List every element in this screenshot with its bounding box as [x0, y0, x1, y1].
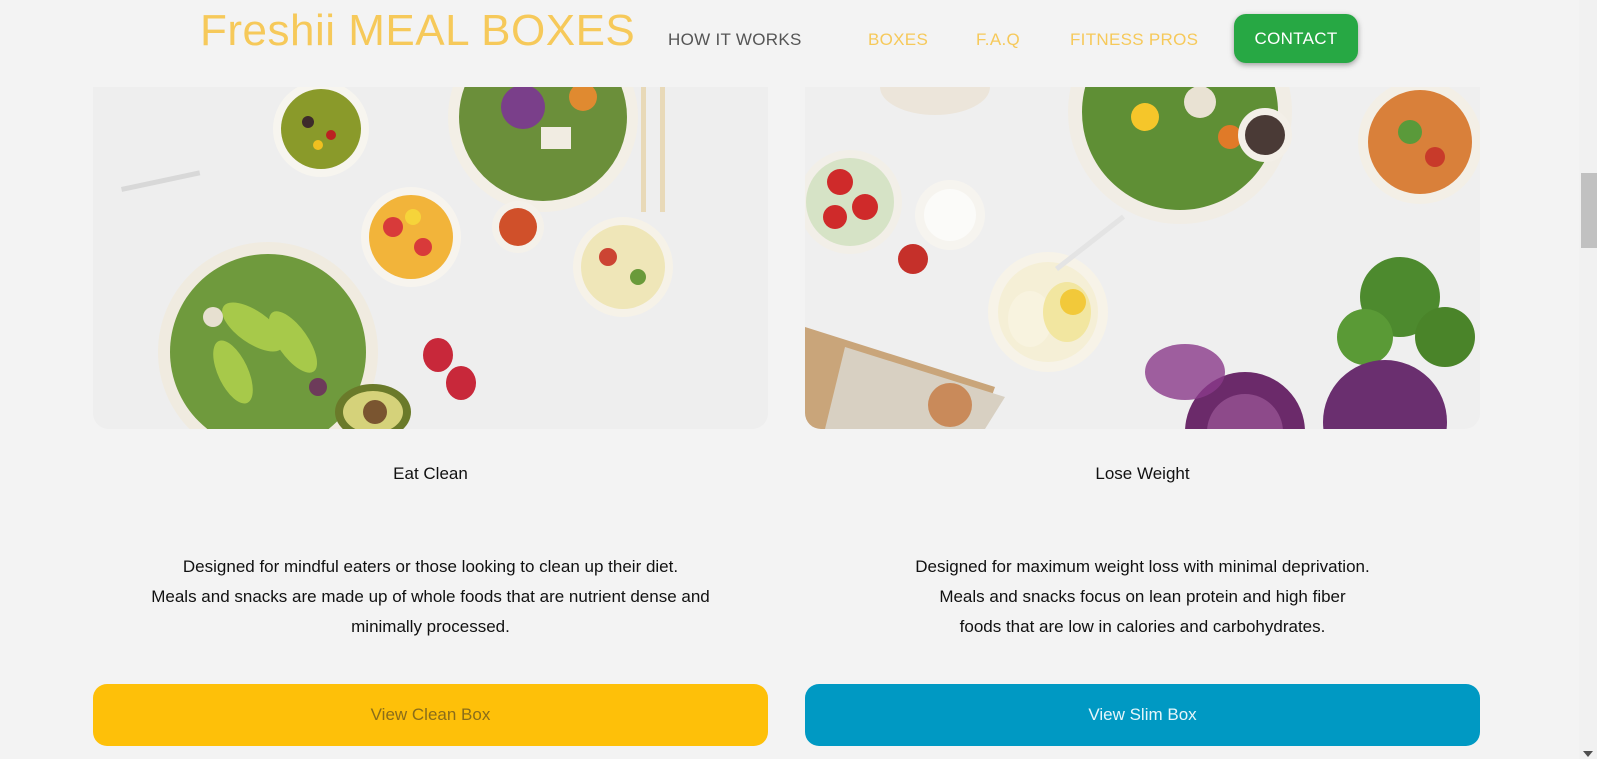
eat-clean-image — [93, 87, 768, 429]
nav-fitness-pros[interactable]: FITNESS PROS — [1070, 30, 1198, 50]
nav-boxes[interactable]: BOXES — [868, 30, 928, 50]
scroll-down-arrow-icon[interactable] — [1583, 751, 1593, 757]
description-line: Meals and snacks focus on lean protein a… — [939, 587, 1346, 606]
view-slim-box-button[interactable]: View Slim Box — [805, 684, 1480, 746]
view-clean-box-button[interactable]: View Clean Box — [93, 684, 768, 746]
site-header: Freshii MEAL BOXES HOW IT WORKS BOXES F.… — [0, 0, 1579, 78]
nav-faq[interactable]: F.A.Q — [976, 30, 1020, 50]
description-line: Designed for maximum weight loss with mi… — [915, 557, 1370, 576]
description-line: minimally processed. — [351, 617, 510, 636]
contact-button[interactable]: CONTACT — [1234, 14, 1358, 63]
card-description-lose-weight: Designed for maximum weight loss with mi… — [805, 552, 1480, 642]
description-line: Meals and snacks are made up of whole fo… — [151, 587, 710, 606]
description-line: foods that are low in calories and carbo… — [959, 617, 1326, 636]
scrollbar-thumb[interactable] — [1581, 173, 1597, 248]
lose-weight-image — [805, 87, 1480, 429]
page-scrollbar[interactable] — [1579, 0, 1597, 759]
card-title-eat-clean: Eat Clean — [393, 464, 468, 483]
description-line: Designed for mindful eaters or those loo… — [182, 557, 679, 576]
nav-how-it-works[interactable]: HOW IT WORKS — [668, 30, 802, 50]
site-logo[interactable]: Freshii MEAL BOXES — [200, 6, 635, 56]
card-description-eat-clean: Designed for mindful eaters or those loo… — [93, 552, 768, 642]
card-title-lose-weight: Lose Weight — [1095, 464, 1190, 483]
